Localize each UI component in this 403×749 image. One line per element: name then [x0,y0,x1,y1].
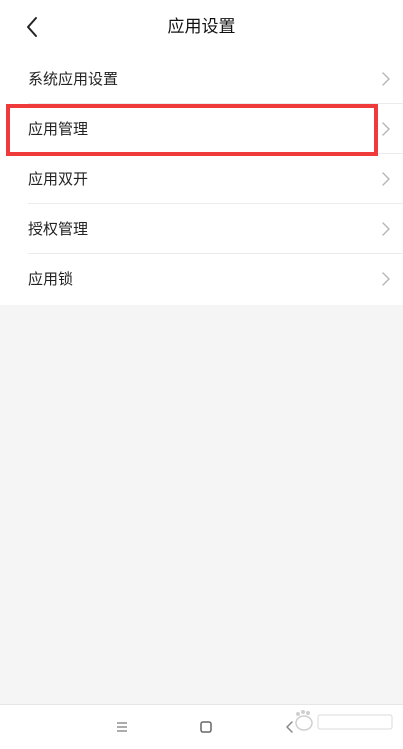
home-square-icon [200,721,212,733]
settings-item-label: 应用锁 [28,270,74,288]
settings-item-app-lock[interactable]: 应用锁 [0,254,403,304]
app-settings-screen: 应用设置 系统应用设置 应用管理 应用双开 授权管理 应用锁 [0,0,403,749]
settings-item-system-app-settings[interactable]: 系统应用设置 [0,54,403,104]
top-bar: 应用设置 [0,0,403,54]
chevron-right-icon [380,170,392,188]
menu-icon [117,722,127,732]
menu-button[interactable] [110,715,134,739]
settings-item-label: 系统应用设置 [28,70,119,88]
settings-item-label: 应用管理 [28,120,89,138]
chevron-right-icon [380,120,392,138]
page-title: 应用设置 [167,17,236,37]
chevron-right-icon [380,270,392,288]
baidu-watermark-logo [290,706,400,736]
settings-item-label: 授权管理 [28,220,89,238]
settings-item-permission-management[interactable]: 授权管理 [0,204,403,254]
settings-item-dual-apps[interactable]: 应用双开 [0,154,403,204]
settings-item-label: 应用双开 [28,170,89,188]
settings-item-app-management[interactable]: 应用管理 [0,104,403,154]
chevron-right-icon [380,70,392,88]
settings-list: 系统应用设置 应用管理 应用双开 授权管理 应用锁 [0,54,403,305]
chevron-right-icon [380,220,392,238]
home-button[interactable] [194,715,218,739]
